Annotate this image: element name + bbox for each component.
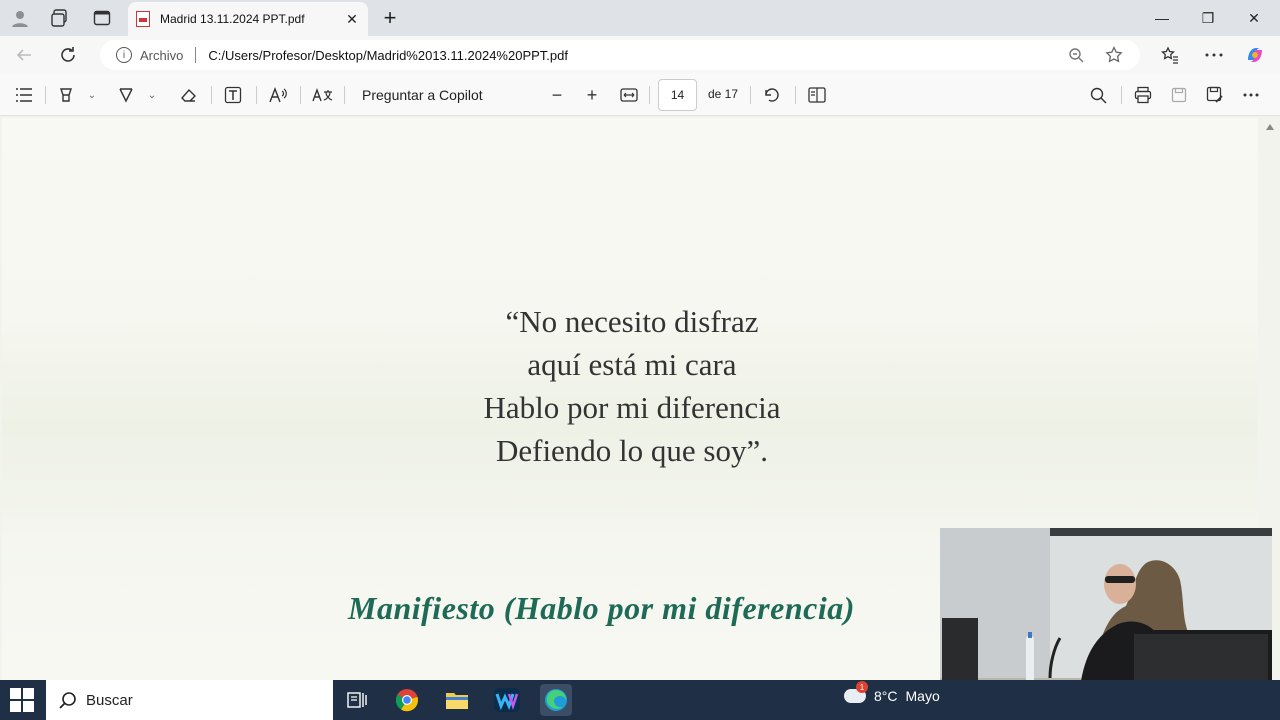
save-icon[interactable]: [1167, 83, 1191, 107]
highlight-dropdown-icon[interactable]: ⌄: [84, 83, 100, 107]
fit-width-icon[interactable]: [617, 83, 641, 107]
refresh-button[interactable]: [56, 43, 80, 67]
weather-temp: 8°C: [874, 688, 898, 704]
cloud-icon: 1: [844, 681, 868, 703]
find-icon[interactable]: [1086, 83, 1110, 107]
poem-line: “No necesito disfraz: [505, 304, 759, 339]
divider: [649, 86, 650, 104]
zoom-out-button[interactable]: −: [546, 83, 568, 107]
page-count: de 17: [708, 87, 739, 101]
draw-dropdown-icon[interactable]: ⌄: [144, 83, 160, 107]
zoom-in-button[interactable]: +: [581, 83, 603, 107]
copilot-icon[interactable]: [1243, 43, 1267, 67]
edge-icon[interactable]: [540, 684, 572, 716]
highlight-icon[interactable]: [54, 83, 78, 107]
address-row: i Archivo C:/Users/Profesor/Desktop/Madr…: [0, 36, 1280, 74]
weather-condition: Mayo: [905, 688, 940, 704]
chrome-icon[interactable]: [391, 684, 423, 716]
site-label: Archivo: [140, 47, 184, 63]
taskbar-search[interactable]: Buscar: [46, 680, 333, 720]
ask-copilot-label: Preguntar a Copilot: [362, 87, 483, 103]
weather-widget[interactable]: 1 8°C Mayo: [844, 681, 940, 704]
divider: [795, 86, 796, 104]
tab-actions-icon[interactable]: [90, 6, 114, 30]
divider: [1121, 86, 1122, 104]
webex-icon[interactable]: [491, 684, 523, 716]
profile-icon[interactable]: [8, 6, 32, 30]
divider: [256, 86, 257, 104]
translate-icon[interactable]: [310, 83, 336, 107]
divider: [211, 86, 212, 104]
page-number-input[interactable]: 14: [658, 79, 697, 111]
slide-title: Manifiesto (Hablo por mi diferencia): [348, 590, 855, 626]
poem-line: Hablo por mi diferencia: [483, 390, 781, 425]
tab-active[interactable]: Madrid 13.11.2024 PPT.pdf ✕: [128, 2, 368, 36]
rotate-icon[interactable]: [760, 83, 784, 107]
url-text[interactable]: C:/Users/Profesor/Desktop/Madrid%2013.11…: [208, 48, 1064, 63]
scroll-up-arrow-icon[interactable]: [1266, 124, 1274, 130]
favorite-star-icon[interactable]: [1102, 43, 1126, 67]
draw-icon[interactable]: [114, 83, 138, 107]
ask-copilot-button[interactable]: Preguntar a Copilot: [362, 83, 483, 107]
info-icon[interactable]: i: [116, 47, 132, 63]
save-as-icon[interactable]: [1203, 83, 1227, 107]
address-bar[interactable]: i Archivo C:/Users/Profesor/Desktop/Madr…: [100, 40, 1140, 70]
pdf-more-icon[interactable]: [1239, 83, 1263, 107]
search-placeholder: Buscar: [86, 691, 133, 709]
tab-title: Madrid 13.11.2024 PPT.pdf: [160, 12, 305, 26]
divider: [750, 86, 751, 104]
page-view-icon[interactable]: [805, 83, 829, 107]
pdf-toolbar: ⌄ ⌄ Preguntar a Copilot − + 14 de 17: [0, 74, 1280, 116]
taskbar: Buscar 1 8°C Mayo: [0, 680, 1280, 720]
new-tab-button[interactable]: +: [378, 5, 402, 30]
task-view-icon[interactable]: [341, 684, 373, 716]
restore-button[interactable]: ❐: [1196, 6, 1220, 30]
more-menu-icon[interactable]: [1202, 43, 1226, 67]
tab-close-button[interactable]: ✕: [342, 9, 362, 29]
print-icon[interactable]: [1131, 83, 1155, 107]
read-aloud-icon[interactable]: [266, 83, 292, 107]
minimize-button[interactable]: —: [1150, 6, 1174, 30]
divider: [344, 86, 345, 104]
contents-icon[interactable]: [12, 83, 36, 107]
close-window-button[interactable]: ✕: [1242, 6, 1266, 30]
workspaces-icon[interactable]: [48, 6, 72, 30]
poem-text: “No necesito disfraz aquí está mi cara H…: [382, 300, 882, 472]
poem-line: Defiendo lo que soy”.: [495, 433, 769, 468]
weather-alert-badge: 1: [856, 681, 868, 693]
poem-line: aquí está mi cara: [527, 347, 737, 382]
zoom-icon[interactable]: [1064, 43, 1088, 67]
eraser-icon[interactable]: [176, 83, 200, 107]
divider: [300, 86, 301, 104]
favorites-icon[interactable]: [1158, 43, 1182, 67]
start-button[interactable]: [10, 688, 34, 712]
add-text-icon[interactable]: [221, 83, 245, 107]
divider: [195, 47, 197, 63]
divider: [45, 86, 46, 104]
file-explorer-icon[interactable]: [441, 684, 473, 716]
pdf-file-icon: [136, 11, 150, 27]
back-button[interactable]: [12, 43, 36, 67]
title-bar: Madrid 13.11.2024 PPT.pdf ✕ + — ❐ ✕: [0, 0, 1280, 36]
search-icon: [58, 690, 78, 710]
